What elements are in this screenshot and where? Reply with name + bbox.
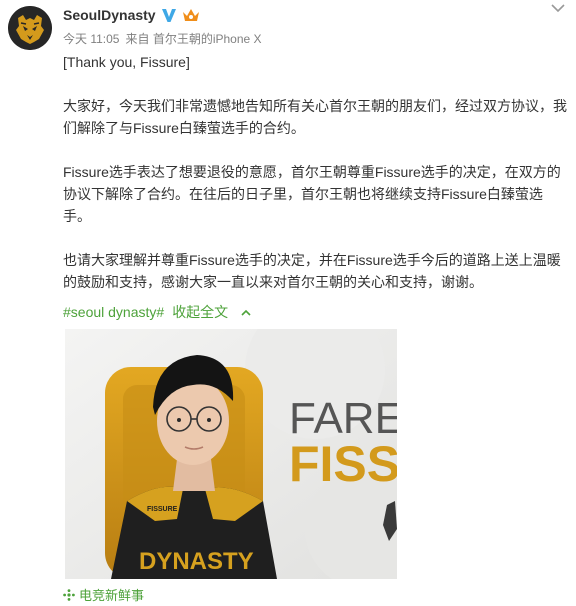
tiger-logo-icon (8, 6, 52, 50)
vip-crown-icon[interactable] (182, 7, 200, 23)
post-time[interactable]: 今天 11:05 (63, 32, 119, 46)
source-link[interactable]: 电竞新鲜事 (63, 585, 144, 604)
post-tags: #seoul dynasty# 收起全文 (63, 302, 260, 322)
post-paragraph: Fissure选手表达了想要退役的意愿，首尔王朝尊重Fissure选手的决定，在… (63, 164, 561, 224)
chevron-down-icon[interactable] (550, 2, 566, 14)
jersey-text: DYNASTY (139, 548, 254, 575)
verified-icon (162, 9, 176, 22)
collapse-label: 收起全文 (172, 304, 229, 320)
post-meta: 今天 11:05 来自 首尔王朝的iPhone X (63, 30, 268, 47)
post-body: [Thank you, Fissure] 大家好，今天我们非常遗憾地告知所有关心… (63, 51, 568, 293)
avatar[interactable] (8, 6, 52, 50)
post-device-source: 来自 首尔王朝的iPhone X (125, 32, 262, 46)
username-link[interactable]: SeoulDynasty (63, 7, 156, 23)
post-paragraph: 也请大家理解并尊重Fissure选手的决定，并在Fissure选手今后的道路上送… (63, 252, 561, 290)
post-paragraph: [Thank you, Fissure] (63, 54, 190, 70)
chevron-up-icon (241, 310, 251, 316)
post-paragraph: 大家好，今天我们非常遗憾地告知所有关心首尔王朝的朋友们，经过双方协议，我们解除了… (63, 98, 567, 136)
headline-bottom: FISS (289, 436, 397, 492)
post-photo[interactable]: DYNASTY FISSURE FARE FISS (65, 329, 397, 579)
jersey-chest-text: FISSURE (147, 506, 178, 513)
hashtag-link[interactable]: #seoul dynasty# (63, 304, 164, 320)
farewell-photo: DYNASTY FISSURE FARE FISS (65, 329, 397, 579)
source-label: 电竞新鲜事 (79, 588, 145, 603)
collapse-link[interactable]: 收起全文 (172, 304, 252, 320)
sparkle-icon (63, 589, 75, 601)
